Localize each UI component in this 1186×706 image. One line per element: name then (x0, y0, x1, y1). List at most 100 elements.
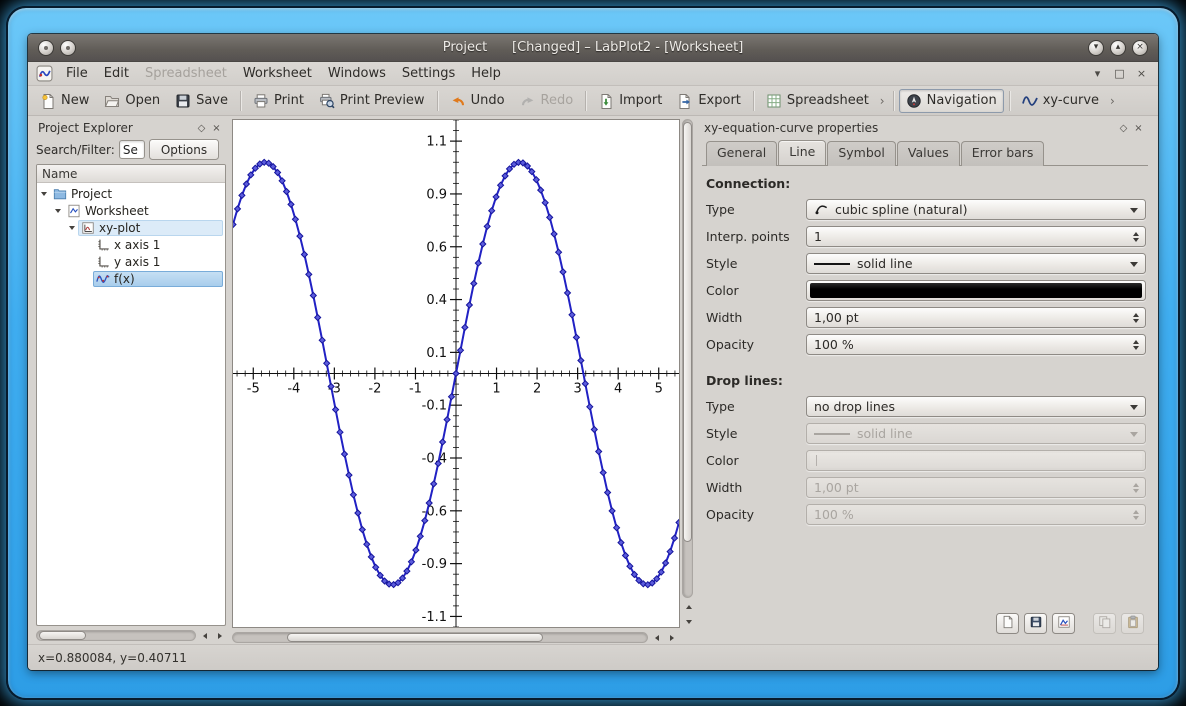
svg-text:-4: -4 (287, 382, 300, 397)
style-combobox[interactable]: solid line (806, 253, 1146, 274)
menu-worksheet[interactable]: Worksheet (235, 64, 320, 83)
mdi-minimize-button[interactable]: ▾ (1091, 67, 1104, 80)
scrollbar-thumb[interactable] (683, 122, 692, 542)
worksheet-canvas[interactable]: -5-4-3-2-1123451.10.90.60.40.1-0.1-0.4-0… (232, 119, 680, 628)
menu-windows[interactable]: Windows (320, 64, 394, 83)
scroll-left-button[interactable] (650, 631, 663, 644)
titlebar[interactable]: Project [Changed] – LabPlot2 - [Workshee… (28, 34, 1158, 62)
dock-float-button[interactable]: ◇ (1116, 121, 1131, 136)
tab-values[interactable]: Values (897, 141, 960, 166)
menu-edit[interactable]: Edit (96, 64, 137, 83)
window-maximize-button[interactable]: ▴ (1110, 40, 1126, 56)
dock-close-button[interactable]: × (1131, 121, 1146, 136)
scrollbar-thumb[interactable] (287, 633, 544, 642)
mdi-restore-button[interactable]: □ (1113, 67, 1126, 80)
tab-general[interactable]: General (706, 141, 777, 166)
xy-curve-button[interactable]: xy-curve (1015, 89, 1106, 113)
section-gap (706, 361, 1146, 371)
tree-item-xy-plot[interactable]: xy-plot (78, 220, 223, 236)
tree-expander-icon[interactable] (41, 192, 47, 196)
scroll-right-button[interactable] (213, 629, 226, 642)
toolbar-overflow-chevron[interactable]: › (1107, 94, 1118, 108)
window-close-button[interactable]: × (1132, 40, 1148, 56)
project-explorer-hscrollbar (36, 626, 226, 642)
print-button[interactable]: Print (246, 89, 311, 113)
template-save-button[interactable] (1024, 613, 1047, 634)
tree-expander-icon[interactable] (69, 226, 75, 230)
dock-close-button[interactable]: × (209, 121, 224, 136)
tree-item-label: Project (71, 187, 112, 201)
scrollbar-track[interactable] (682, 119, 693, 598)
opacity-spinbox[interactable]: 100 % (806, 334, 1146, 355)
worksheet-icon (67, 204, 81, 218)
interp-points-spinbox[interactable]: 1 (806, 226, 1146, 247)
toolbar-overflow-chevron[interactable]: › (877, 94, 888, 108)
tree-item-x-axis-1[interactable]: x axis 1 (93, 237, 223, 253)
menu-help[interactable]: Help (463, 64, 509, 83)
labplot-app-icon (36, 65, 53, 82)
svg-text:-0.9: -0.9 (422, 557, 447, 572)
import-button[interactable]: Import (591, 89, 669, 113)
dock-title: xy-equation-curve properties (704, 121, 1116, 135)
line-tab-content: Connection:Typecubic spline (natural)Int… (702, 166, 1148, 642)
menu-file[interactable]: File (58, 64, 96, 83)
spinner-arrows-icon[interactable] (1133, 340, 1139, 350)
tree-item-f-x[interactable]: f(x) (93, 271, 223, 287)
width-spinbox[interactable]: 1,00 pt (806, 307, 1146, 328)
tree-expander-icon[interactable] (55, 209, 61, 213)
tab-line[interactable]: Line (778, 140, 826, 165)
tree-column-header[interactable]: Name (37, 165, 225, 183)
spinner-arrows-icon[interactable] (1133, 483, 1139, 493)
type-combobox[interactable]: no drop lines (806, 396, 1146, 417)
window-pin-button[interactable] (60, 40, 76, 56)
scroll-left-button[interactable] (198, 629, 211, 642)
tree-item-worksheet[interactable]: Worksheet (64, 203, 223, 219)
menu-settings[interactable]: Settings (394, 64, 463, 83)
color-color-button[interactable] (806, 280, 1146, 301)
tab-error-bars[interactable]: Error bars (961, 141, 1045, 166)
prop-label-type: Type (706, 202, 806, 217)
spinner-arrows-icon[interactable] (1133, 313, 1139, 323)
type-combobox[interactable]: cubic spline (natural) (806, 199, 1146, 220)
template-load-button[interactable] (996, 613, 1019, 634)
color-swatch (810, 283, 1142, 298)
spinner-arrows-icon[interactable] (1133, 510, 1139, 520)
copy-settings-button (1093, 613, 1116, 634)
svg-text:0.9: 0.9 (426, 187, 447, 202)
xy-plot-icon (81, 221, 95, 235)
combobox-value: cubic spline (natural) (835, 202, 967, 217)
new-button[interactable]: New (33, 89, 96, 113)
spinner-arrows-icon[interactable] (1133, 232, 1139, 242)
search-filter-label: Search/Filter: (36, 143, 115, 157)
tree-item-project[interactable]: Project (50, 186, 223, 202)
scrollbar-track[interactable] (232, 632, 648, 643)
spreadsheet-button[interactable]: Spreadsheet (759, 89, 876, 113)
save-button[interactable]: Save (168, 89, 235, 113)
dock-float-button[interactable]: ◇ (194, 121, 209, 136)
toolbar-button-label: New (61, 93, 89, 108)
worksheet-plot[interactable]: -5-4-3-2-1123451.10.90.60.40.1-0.1-0.4-0… (233, 120, 679, 627)
window-menu-button[interactable] (38, 40, 54, 56)
template-manage-button[interactable] (1052, 613, 1075, 634)
combobox-value: solid line (857, 256, 913, 271)
toolbar-button-label: Print Preview (340, 93, 425, 108)
search-filter-input[interactable] (119, 140, 145, 159)
scroll-right-button[interactable] (665, 631, 678, 644)
scrollbar-thumb[interactable] (39, 631, 86, 640)
mdi-close-button[interactable]: × (1135, 67, 1148, 80)
navigation-button[interactable]: Navigation (899, 89, 1004, 113)
scrollbar-track[interactable] (36, 630, 196, 641)
prop-row: Color (706, 280, 1146, 301)
export-button[interactable]: Export (670, 89, 748, 113)
print-preview-button[interactable]: Print Preview (312, 89, 432, 113)
close-icon: × (1137, 67, 1146, 80)
open-button[interactable]: Open (97, 89, 167, 113)
tab-symbol[interactable]: Symbol (827, 141, 896, 166)
window-title: Project [Changed] – LabPlot2 - [Workshee… (28, 40, 1158, 55)
tree-item-y-axis-1[interactable]: y axis 1 (93, 254, 223, 270)
window-menu-icon (44, 46, 48, 50)
svg-text:1.1: 1.1 (426, 135, 447, 150)
window-shade-button[interactable]: ▾ (1088, 40, 1104, 56)
options-button[interactable]: Options (149, 139, 219, 160)
undo-button[interactable]: Undo (443, 89, 512, 113)
